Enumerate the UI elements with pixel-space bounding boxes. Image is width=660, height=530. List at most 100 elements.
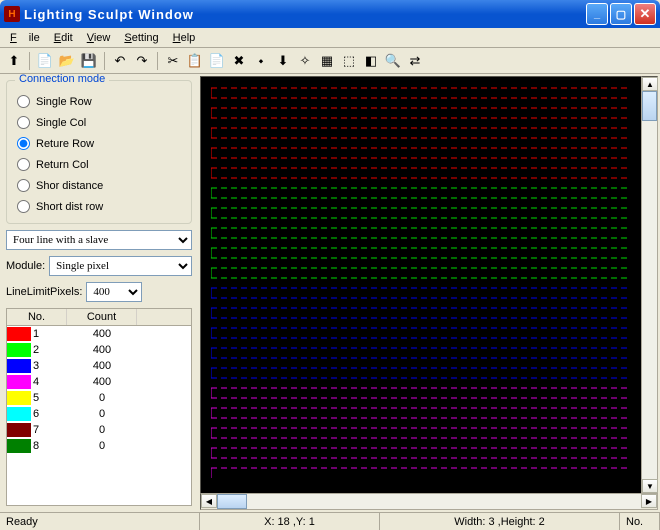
status-dims: Width: 3 ,Height: 2 (380, 513, 620, 530)
toolbar-btn-11[interactable]: 📄 (207, 51, 227, 71)
header-no[interactable]: No. (7, 309, 67, 325)
toolbar-btn-4[interactable]: 💾 (79, 51, 99, 71)
cell-count: 400 (67, 376, 137, 388)
titlebar: H Lighting Sculpt Window _ ▢ ✕ (0, 0, 660, 28)
scroll-left-button[interactable]: ◀ (201, 494, 217, 508)
header-count[interactable]: Count (67, 309, 137, 325)
table-row[interactable]: 2400 (7, 342, 191, 358)
table-row[interactable]: 4400 (7, 374, 191, 390)
scroll-right-button[interactable]: ▶ (641, 494, 657, 508)
cell-no: 6 (31, 408, 67, 420)
vertical-scrollbar[interactable]: ▲ ▼ (642, 76, 658, 494)
scroll-h-track[interactable] (217, 494, 641, 509)
toolbar-btn-20[interactable]: ⇄ (405, 51, 425, 71)
table-row[interactable]: 3400 (7, 358, 191, 374)
radio-reture-row[interactable]: Reture Row (15, 133, 183, 154)
radio-single-col[interactable]: Single Col (15, 112, 183, 133)
linelimit-select[interactable]: 400 (86, 282, 142, 302)
scroll-v-track[interactable] (642, 91, 657, 479)
menu-help[interactable]: Help (167, 30, 202, 46)
cell-no: 7 (31, 424, 67, 436)
radio-single-row[interactable]: Single Row (15, 91, 183, 112)
toolbar-btn-16[interactable]: ▦ (317, 51, 337, 71)
cell-no: 5 (31, 392, 67, 404)
minimize-button[interactable]: _ (586, 3, 608, 25)
menu-setting[interactable]: Setting (118, 30, 164, 46)
cell-no: 4 (31, 376, 67, 388)
pixel-band (211, 83, 631, 183)
color-swatch (7, 327, 31, 341)
color-swatch (7, 359, 31, 373)
color-swatch (7, 439, 31, 453)
radio-short-dist-row[interactable]: Short dist row (15, 196, 183, 217)
toolbar-btn-2[interactable]: 📄 (35, 51, 55, 71)
radio-shor-distance[interactable]: Shor distance (15, 175, 183, 196)
toolbar-btn-10[interactable]: 📋 (185, 51, 205, 71)
pixel-band (211, 183, 631, 283)
cell-count: 0 (67, 392, 137, 404)
menu-edit[interactable]: Edit (48, 30, 79, 46)
cell-no: 2 (31, 344, 67, 356)
toolbar-btn-13[interactable]: ⬩ (251, 51, 271, 71)
connection-legend: Connection mode (15, 74, 109, 85)
scroll-down-button[interactable]: ▼ (642, 479, 658, 493)
pixel-band (211, 283, 631, 383)
table-row[interactable]: 80 (7, 438, 191, 454)
menu-view[interactable]: View (81, 30, 117, 46)
canvas-wrap: ▲ ▼ ◀ ▶ (198, 74, 660, 512)
table-row[interactable]: 50 (7, 390, 191, 406)
cell-no: 1 (31, 328, 67, 340)
status-no: No. (620, 513, 660, 530)
toolbar-btn-7[interactable]: ↷ (132, 51, 152, 71)
toolbar-btn-18[interactable]: ◧ (361, 51, 381, 71)
statusbar: Ready X: 18 ,Y: 1 Width: 3 ,Height: 2 No… (0, 512, 660, 530)
toolbar-btn-12[interactable]: ✖ (229, 51, 249, 71)
toolbar-btn-0[interactable]: ⬆ (4, 51, 24, 71)
color-swatch (7, 423, 31, 437)
table-header: No. Count (7, 309, 191, 326)
cell-no: 3 (31, 360, 67, 372)
canvas[interactable] (200, 76, 642, 494)
toolbar-btn-17[interactable]: ⬚ (339, 51, 359, 71)
scroll-up-button[interactable]: ▲ (642, 77, 658, 91)
toolbar-btn-9[interactable]: ✂ (163, 51, 183, 71)
table-row[interactable]: 60 (7, 406, 191, 422)
linelimit-label: LineLimitPixels: (6, 286, 82, 298)
cell-count: 400 (67, 344, 137, 356)
table-row[interactable]: 70 (7, 422, 191, 438)
color-swatch (7, 343, 31, 357)
count-table: No. Count 140024003400440050607080 (6, 308, 192, 506)
status-ready: Ready (0, 513, 200, 530)
close-button[interactable]: ✕ (634, 3, 656, 25)
toolbar-btn-15[interactable]: ✧ (295, 51, 315, 71)
toolbar-btn-3[interactable]: 📂 (57, 51, 77, 71)
menu-file[interactable]: File (4, 30, 46, 46)
scroll-h-thumb[interactable] (217, 494, 247, 509)
scroll-v-thumb[interactable] (642, 91, 657, 121)
menubar: File Edit View Setting Help (0, 28, 660, 48)
toolbar-btn-14[interactable]: ⬇ (273, 51, 293, 71)
toolbar-btn-6[interactable]: ↶ (110, 51, 130, 71)
horizontal-scrollbar[interactable]: ◀ ▶ (200, 494, 658, 510)
toolbar-btn-19[interactable]: 🔍 (383, 51, 403, 71)
maximize-button[interactable]: ▢ (610, 3, 632, 25)
cell-no: 8 (31, 440, 67, 452)
app-icon: H (4, 6, 20, 22)
color-swatch (7, 407, 31, 421)
cell-count: 400 (67, 360, 137, 372)
table-row[interactable]: 1400 (7, 326, 191, 342)
color-swatch (7, 375, 31, 389)
linelimit-row: LineLimitPixels: 400 (6, 282, 192, 302)
module-row: Module: Single pixel (6, 256, 192, 276)
module-select[interactable]: Single pixel (49, 256, 192, 276)
slave-select-row: Four line with a slave (6, 230, 192, 250)
left-panel: Connection mode Single RowSingle ColRetu… (0, 74, 198, 512)
cell-count: 0 (67, 440, 137, 452)
color-swatch (7, 391, 31, 405)
slave-select[interactable]: Four line with a slave (6, 230, 192, 250)
connection-mode-group: Connection mode Single RowSingle ColRetu… (6, 80, 192, 224)
status-coord: X: 18 ,Y: 1 (200, 513, 380, 530)
radio-return-col[interactable]: Return Col (15, 154, 183, 175)
toolbar: ⬆📄📂💾↶↷✂📋📄✖⬩⬇✧▦⬚◧🔍⇄ (0, 48, 660, 74)
module-label: Module: (6, 260, 45, 272)
